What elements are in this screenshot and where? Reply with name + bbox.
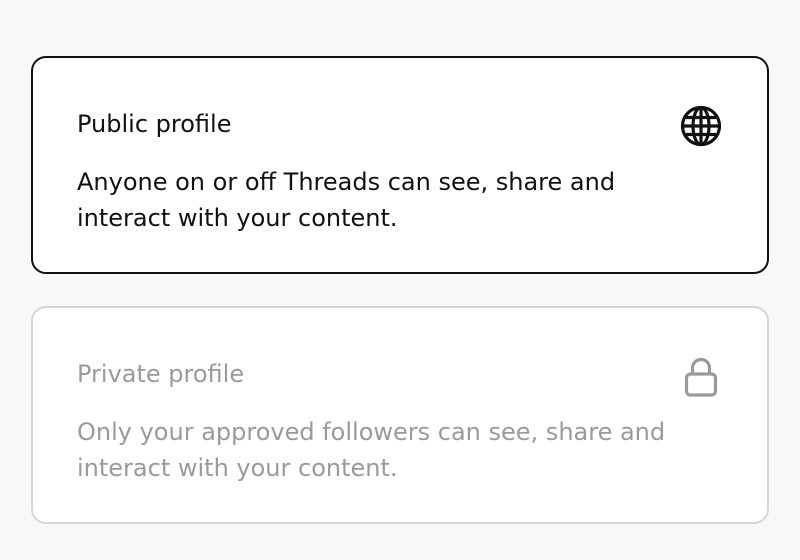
private-profile-option[interactable]: Private profile Only your approved follo… (31, 306, 769, 524)
public-profile-option[interactable]: Public profile Anyone on or off Threads … (31, 56, 769, 274)
private-profile-title: Private profile (77, 360, 245, 388)
globe-icon (679, 104, 723, 148)
public-profile-description: Anyone on or off Threads can see, share … (77, 168, 616, 232)
private-profile-description: Only your approved followers can see, sh… (77, 418, 666, 482)
public-profile-title: Public profile (77, 110, 232, 138)
lock-icon (679, 354, 723, 398)
